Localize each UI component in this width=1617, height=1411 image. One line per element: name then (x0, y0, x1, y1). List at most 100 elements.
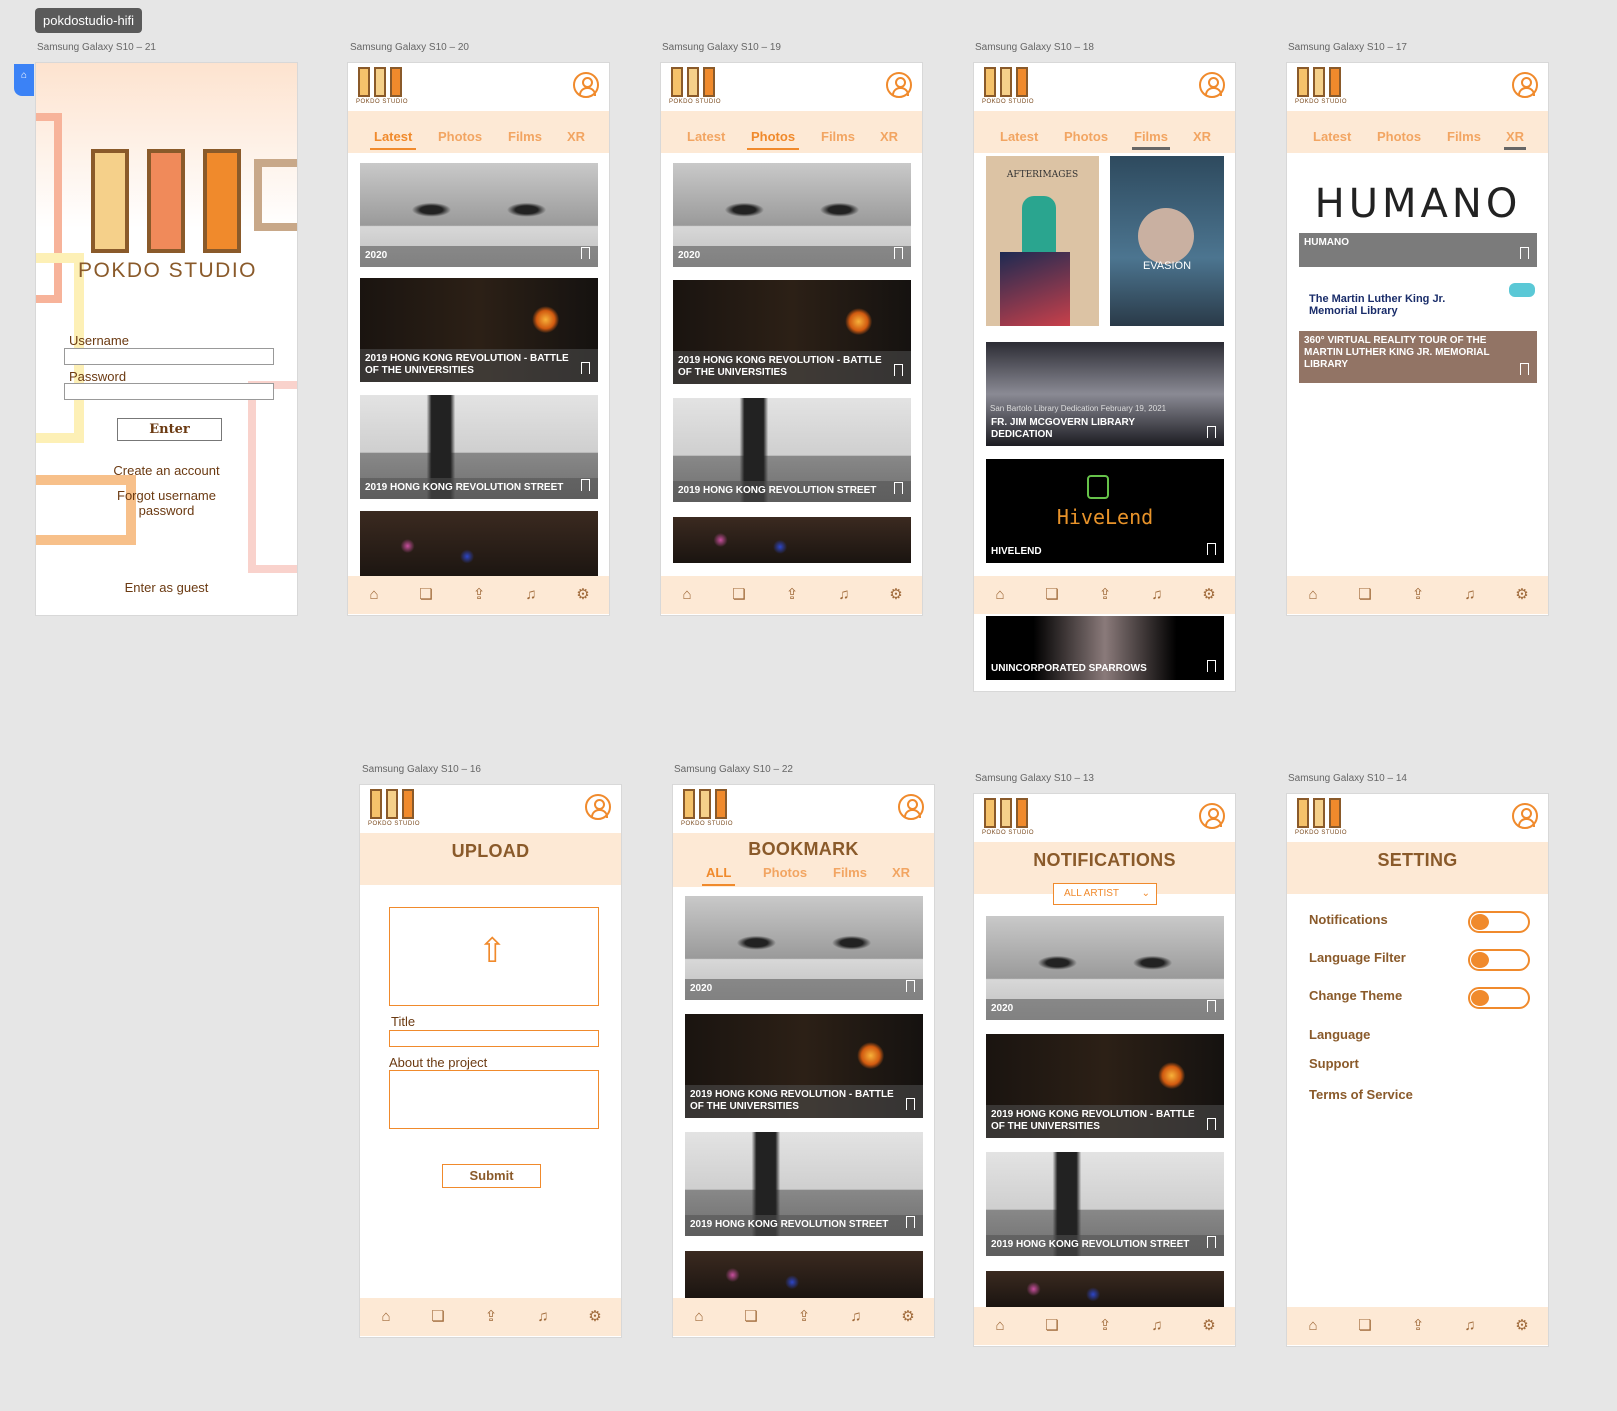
tab-all[interactable]: ALL (701, 865, 736, 886)
bell-icon[interactable]: ♫ (836, 587, 852, 603)
bookmark-nav-icon[interactable]: ❏ (731, 587, 747, 603)
gear-icon[interactable]: ⚙ (900, 1309, 916, 1325)
home-icon[interactable]: ⌂ (366, 587, 382, 603)
setting-terms-link[interactable]: Terms of Service (1309, 1087, 1413, 1102)
tab-films[interactable]: Films (1132, 129, 1170, 150)
tab-films[interactable]: Films (821, 129, 855, 144)
bell-icon[interactable]: ♫ (535, 1309, 551, 1325)
card-street[interactable]: 2019 HONG KONG REVOLUTION STREET (986, 1152, 1224, 1256)
tab-xr[interactable]: XR (1193, 129, 1211, 144)
about-textarea[interactable] (389, 1070, 599, 1129)
create-account-link[interactable]: Create an account (36, 463, 297, 478)
card-street[interactable]: 2019 HONG KONG REVOLUTION STREET (360, 395, 598, 499)
card-humano[interactable]: HUMANO HUMANO (1299, 163, 1537, 267)
card-sparrows[interactable]: UNINCORPORATED SPARROWS (986, 616, 1224, 680)
setting-language-link[interactable]: Language (1309, 1027, 1370, 1042)
tab-xr[interactable]: XR (880, 129, 898, 144)
bookmark-icon[interactable] (894, 247, 903, 259)
bookmark-icon[interactable] (1207, 426, 1216, 438)
bookmark-nav-icon[interactable]: ❏ (430, 1309, 446, 1325)
home-icon[interactable]: ⌂ (1305, 1318, 1321, 1334)
tab-films[interactable]: Films (833, 865, 867, 880)
setting-support-link[interactable]: Support (1309, 1056, 1359, 1071)
user-icon[interactable] (1512, 803, 1538, 829)
forgot-link[interactable]: Forgot username password (36, 488, 297, 518)
project-tag[interactable]: pokdostudio-hifi (35, 8, 143, 33)
bookmark-icon[interactable] (1207, 1236, 1216, 1248)
logo[interactable]: POKDO STUDIO (1295, 798, 1353, 838)
logo[interactable]: POKDO STUDIO (982, 67, 1040, 107)
bell-icon[interactable]: ♫ (1149, 1318, 1165, 1334)
gear-icon[interactable]: ⚙ (1201, 1318, 1217, 1334)
bookmark-nav-icon[interactable]: ❏ (1357, 587, 1373, 603)
card-crowd[interactable] (360, 511, 598, 581)
upload-icon[interactable]: ⇪ (1097, 587, 1113, 603)
card-2020[interactable]: 2020 (360, 163, 598, 267)
home-pin-icon[interactable]: ⌂ (14, 64, 34, 96)
card-battle[interactable]: 2019 HONG KONG REVOLUTION - BATTLE OF TH… (360, 278, 598, 382)
logo[interactable]: POKDO STUDIO (681, 789, 739, 829)
gear-icon[interactable]: ⚙ (1514, 587, 1530, 603)
bell-icon[interactable]: ♫ (1149, 587, 1165, 603)
card-library[interactable]: San Bartolo Library Dedication February … (986, 342, 1224, 446)
user-icon[interactable] (1512, 72, 1538, 98)
upload-icon[interactable]: ⇪ (1097, 1318, 1113, 1334)
upload-icon[interactable]: ⇪ (796, 1309, 812, 1325)
gear-icon[interactable]: ⚙ (1201, 587, 1217, 603)
home-icon[interactable]: ⌂ (1305, 587, 1321, 603)
card-mlk[interactable]: The Martin Luther King Jr. Memorial Libr… (1299, 279, 1537, 383)
tab-films[interactable]: Films (508, 129, 542, 144)
notifications-toggle[interactable] (1468, 911, 1530, 933)
bookmark-nav-icon[interactable]: ❏ (1044, 587, 1060, 603)
bookmark-icon[interactable] (894, 482, 903, 494)
bell-icon[interactable]: ♫ (848, 1309, 864, 1325)
bookmark-icon[interactable] (1520, 247, 1529, 259)
card-crowd[interactable] (673, 517, 911, 563)
tab-xr[interactable]: XR (567, 129, 585, 144)
bookmark-icon[interactable] (906, 1098, 915, 1110)
card-2020[interactable]: 2020 (986, 916, 1224, 1020)
upload-dropzone[interactable]: ⇧ (389, 907, 599, 1006)
upload-icon[interactable]: ⇪ (1410, 1318, 1426, 1334)
tab-photos[interactable]: Photos (1064, 129, 1108, 144)
tab-films[interactable]: Films (1447, 129, 1481, 144)
card-battle[interactable]: 2019 HONG KONG REVOLUTION - BATTLE OF TH… (986, 1034, 1224, 1138)
tab-latest[interactable]: Latest (687, 129, 725, 144)
bell-icon[interactable]: ♫ (1462, 1318, 1478, 1334)
tab-photos[interactable]: Photos (746, 129, 800, 150)
bookmark-icon[interactable] (581, 479, 590, 491)
gear-icon[interactable]: ⚙ (1514, 1318, 1530, 1334)
card-street[interactable]: 2019 HONG KONG REVOLUTION STREET (673, 398, 911, 502)
poster-afterimages[interactable]: AFTERIMAGES (986, 156, 1099, 326)
bookmark-icon[interactable] (906, 980, 915, 992)
language-filter-toggle[interactable] (1468, 949, 1530, 971)
card-2020[interactable]: 2020 (685, 896, 923, 1000)
bookmark-nav-icon[interactable]: ❏ (418, 587, 434, 603)
upload-icon[interactable]: ⇪ (1410, 587, 1426, 603)
bookmark-icon[interactable] (581, 362, 590, 374)
card-street[interactable]: 2019 HONG KONG REVOLUTION STREET (685, 1132, 923, 1236)
bookmark-icon[interactable] (1520, 363, 1529, 375)
user-icon[interactable] (585, 794, 611, 820)
card-battle[interactable]: 2019 HONG KONG REVOLUTION - BATTLE OF TH… (673, 280, 911, 384)
logo[interactable]: POKDO STUDIO (1295, 67, 1353, 107)
tab-latest[interactable]: Latest (1000, 129, 1038, 144)
submit-button[interactable]: Submit (442, 1164, 541, 1188)
bookmark-nav-icon[interactable]: ❏ (1357, 1318, 1373, 1334)
bookmark-icon[interactable] (894, 364, 903, 376)
tab-photos[interactable]: Photos (438, 129, 482, 144)
card-battle[interactable]: 2019 HONG KONG REVOLUTION - BATTLE OF TH… (685, 1014, 923, 1118)
user-icon[interactable] (573, 72, 599, 98)
card-crowd[interactable] (685, 1251, 923, 1299)
home-icon[interactable]: ⌂ (992, 587, 1008, 603)
gear-icon[interactable]: ⚙ (587, 1309, 603, 1325)
bookmark-icon[interactable] (906, 1216, 915, 1228)
enter-button[interactable]: Enter (117, 418, 222, 441)
logo[interactable]: POKDO STUDIO (356, 67, 414, 107)
home-icon[interactable]: ⌂ (679, 587, 695, 603)
user-icon[interactable] (886, 72, 912, 98)
upload-icon[interactable]: ⇪ (784, 587, 800, 603)
bell-icon[interactable]: ♫ (1462, 587, 1478, 603)
tab-latest[interactable]: Latest (1313, 129, 1351, 144)
user-icon[interactable] (898, 794, 924, 820)
